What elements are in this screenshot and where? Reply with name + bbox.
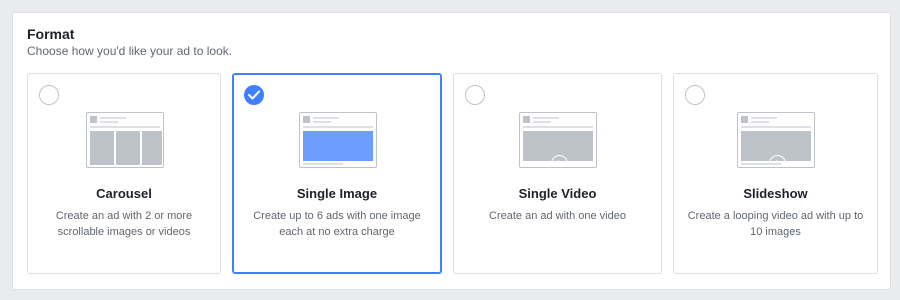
format-option-slideshow[interactable]: Slideshow Create a looping video ad with… bbox=[673, 73, 878, 274]
option-description: Create an ad with 2 or more scrollable i… bbox=[55, 210, 193, 238]
option-description: Create an ad with one video bbox=[489, 210, 626, 222]
radio-button-slideshow[interactable] bbox=[685, 85, 705, 105]
play-icon bbox=[551, 155, 568, 167]
radio-button-single-image[interactable] bbox=[244, 85, 264, 105]
option-label: Carousel bbox=[96, 186, 152, 201]
single-image-preview-icon bbox=[299, 112, 377, 168]
section-title: Format bbox=[27, 26, 75, 42]
format-panel: Format Choose how you'd like your ad to … bbox=[12, 12, 891, 290]
format-option-single-video[interactable]: Single Video Create an ad with one video bbox=[453, 73, 662, 274]
checkmark-icon bbox=[248, 90, 260, 100]
section-subtitle: Choose how you'd like your ad to look. bbox=[27, 44, 233, 58]
single-video-preview-icon bbox=[519, 112, 597, 168]
radio-button-carousel[interactable] bbox=[39, 85, 59, 105]
option-description: Create a looping video ad with up to 10 … bbox=[687, 210, 864, 238]
carousel-preview-icon bbox=[86, 112, 164, 168]
option-label: Single Image bbox=[296, 186, 378, 201]
radio-button-single-video[interactable] bbox=[465, 85, 485, 105]
slideshow-preview-icon bbox=[737, 112, 815, 168]
option-description: Create up to 6 ads with one image each a… bbox=[253, 210, 421, 238]
format-option-single-image[interactable]: Single Image Create up to 6 ads with one… bbox=[232, 73, 442, 274]
format-option-carousel[interactable]: Carousel Create an ad with 2 or more scr… bbox=[27, 73, 221, 274]
option-label: Slideshow bbox=[743, 186, 808, 201]
play-icon bbox=[769, 155, 786, 167]
option-label: Single Video bbox=[518, 186, 597, 201]
